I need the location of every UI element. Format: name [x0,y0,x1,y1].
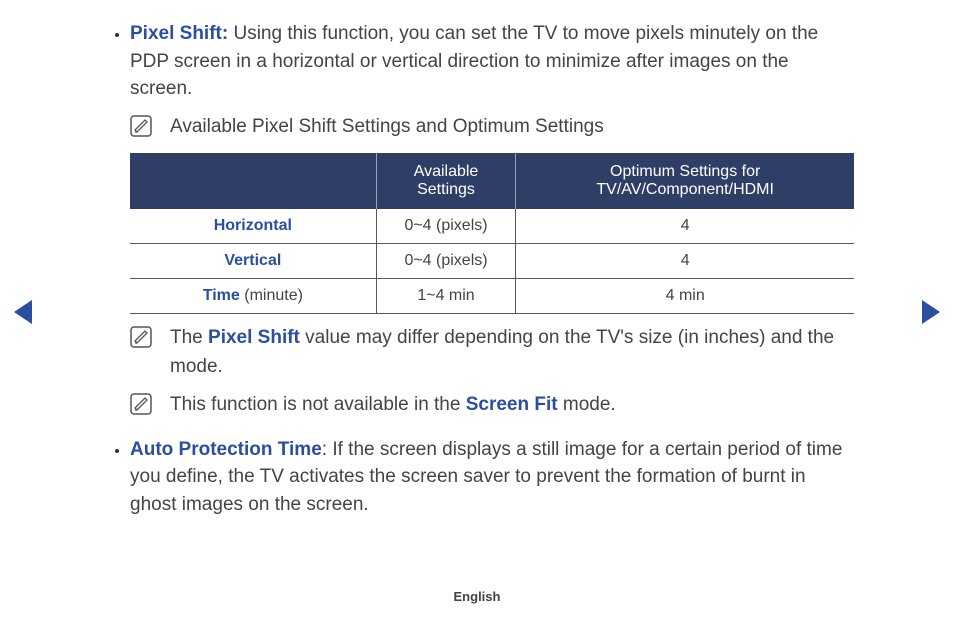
note-size-mode: The Pixel Shift value may differ dependi… [130,324,854,381]
table-header-empty [130,153,376,209]
note3-pre: This function is not available in the [170,394,466,415]
content-list: Pixel Shift: Using this function, you ca… [100,20,854,518]
screen-fit-link: Screen Fit [466,394,558,415]
next-page-arrow[interactable] [922,300,940,324]
prev-page-arrow[interactable] [14,300,32,324]
note-icon [130,326,152,348]
table-row: Vertical0~4 (pixels)4 [130,244,854,279]
row-label: Time (minute) [130,279,376,314]
note-icon [130,115,152,137]
note-icon [130,393,152,415]
row-available: 0~4 (pixels) [376,209,516,244]
row-available: 1~4 min [376,279,516,314]
row-optimum: 4 min [516,279,854,314]
table-header-row: Available Settings Optimum Settings for … [130,153,854,209]
note3-post: mode. [558,394,616,415]
note-settings-title: Available Pixel Shift Settings and Optim… [130,113,854,142]
manual-page: Pixel Shift: Using this function, you ca… [0,0,954,624]
table-body: Horizontal0~4 (pixels)4Vertical0~4 (pixe… [130,209,854,314]
page-language-footer: English [0,589,954,604]
table-row: Time (minute)1~4 min4 min [130,279,854,314]
table-header-available: Available Settings [376,153,516,209]
note-size-mode-text: The Pixel Shift value may differ dependi… [170,324,854,381]
row-label: Horizontal [130,209,376,244]
note2-pre: The [170,327,208,348]
pixel-shift-table: Available Settings Optimum Settings for … [130,153,854,314]
pixel-shift-item: Pixel Shift: Using this function, you ca… [130,20,854,420]
row-optimum: 4 [516,209,854,244]
note-screen-fit-text: This function is not available in the Sc… [170,391,616,420]
row-optimum: 4 [516,244,854,279]
auto-protection-text: Auto Protection Time: If the screen disp… [130,436,854,519]
auto-protection-term: Auto Protection Time [130,439,322,460]
row-label: Vertical [130,244,376,279]
pixel-shift-link: Pixel Shift [208,327,300,348]
auto-protection-item: Auto Protection Time: If the screen disp… [130,436,854,519]
note-settings-title-text: Available Pixel Shift Settings and Optim… [170,113,604,142]
pixel-shift-desc: Using this function, you can set the TV … [130,23,818,99]
note-screen-fit: This function is not available in the Sc… [130,391,854,420]
row-available: 0~4 (pixels) [376,244,516,279]
table-row: Horizontal0~4 (pixels)4 [130,209,854,244]
pixel-shift-term: Pixel Shift: [130,23,228,44]
table-header-optimum: Optimum Settings for TV/AV/Component/HDM… [516,153,854,209]
pixel-shift-text: Pixel Shift: Using this function, you ca… [130,20,854,103]
